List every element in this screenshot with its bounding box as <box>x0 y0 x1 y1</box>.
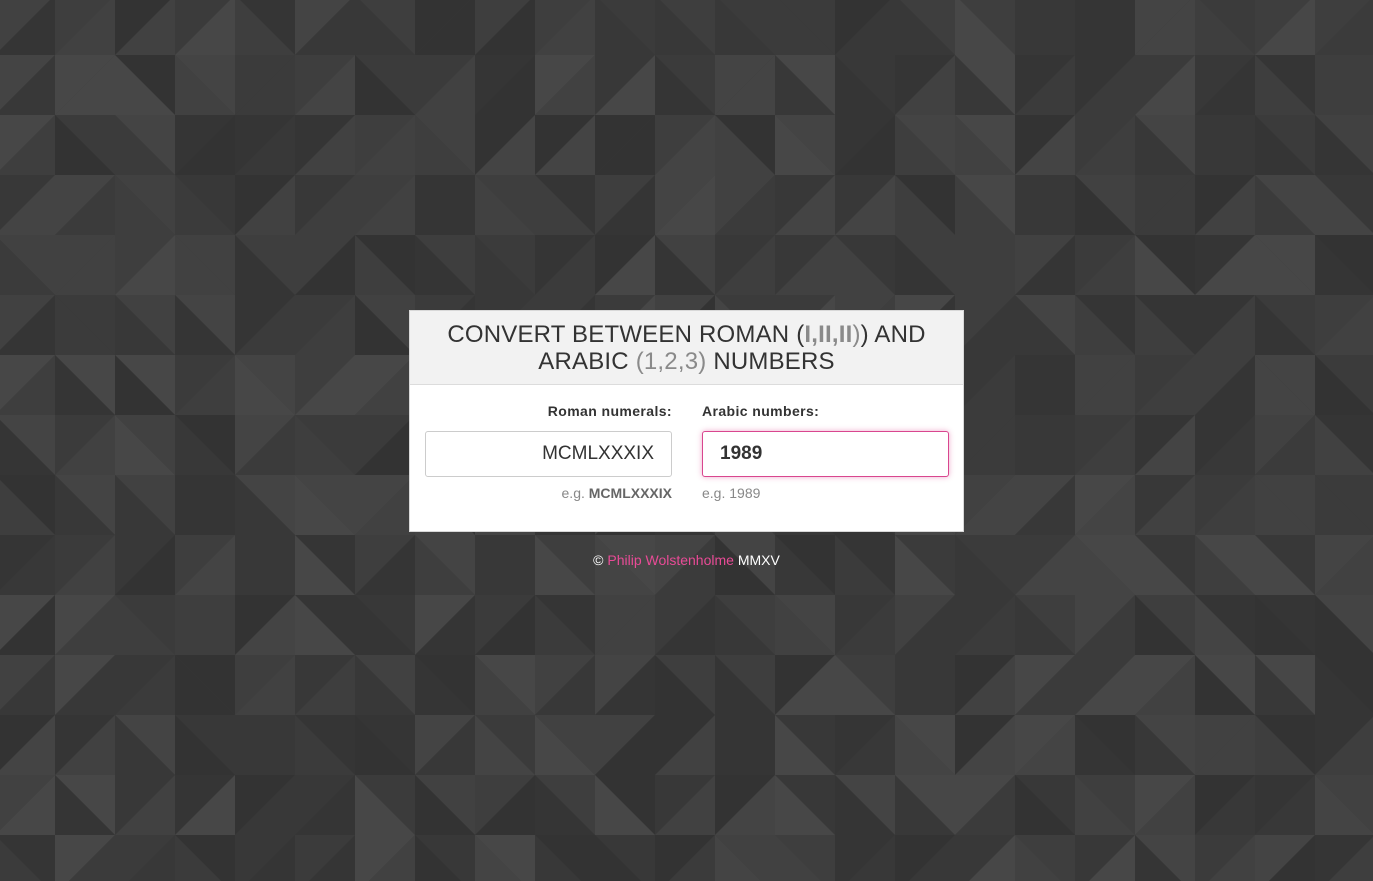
title-text-3: ARABIC <box>538 348 636 375</box>
author-link[interactable]: Philip Wolstenholme <box>607 552 734 568</box>
title-arabic-example: (1,2,3) <box>635 348 707 375</box>
page-title: CONVERT BETWEEN ROMAN (I,II,II)) AND ARA… <box>410 311 963 385</box>
arabic-column: Arabic numbers: e.g. 1989 <box>702 400 949 502</box>
converter-card: CONVERT BETWEEN ROMAN (I,II,II)) AND ARA… <box>409 310 964 532</box>
title-roman-example: I,II,II <box>804 321 853 348</box>
title-text-1: CONVERT BETWEEN ROMAN ( <box>447 321 805 348</box>
copyright-symbol: © <box>593 552 604 568</box>
roman-column: Roman numerals: e.g. MCMLXXXIX <box>425 400 672 502</box>
title-text-2: ) AND <box>860 321 926 348</box>
roman-label: Roman numerals: <box>547 403 672 419</box>
arabic-input[interactable] <box>702 431 949 477</box>
title-text-4: NUMBERS <box>706 348 835 375</box>
roman-input[interactable] <box>425 431 672 477</box>
footer-year: MMXV <box>737 552 780 568</box>
arabic-label: Arabic numbers: <box>702 403 820 419</box>
roman-hint: e.g. MCMLXXXIX <box>425 484 672 502</box>
roman-hint-example: MCMLXXXIX <box>588 485 672 501</box>
footer: © Philip Wolstenholme MMXV <box>0 552 1373 568</box>
arabic-hint: e.g. 1989 <box>702 485 761 501</box>
roman-hint-prefix: e.g. <box>561 485 589 501</box>
